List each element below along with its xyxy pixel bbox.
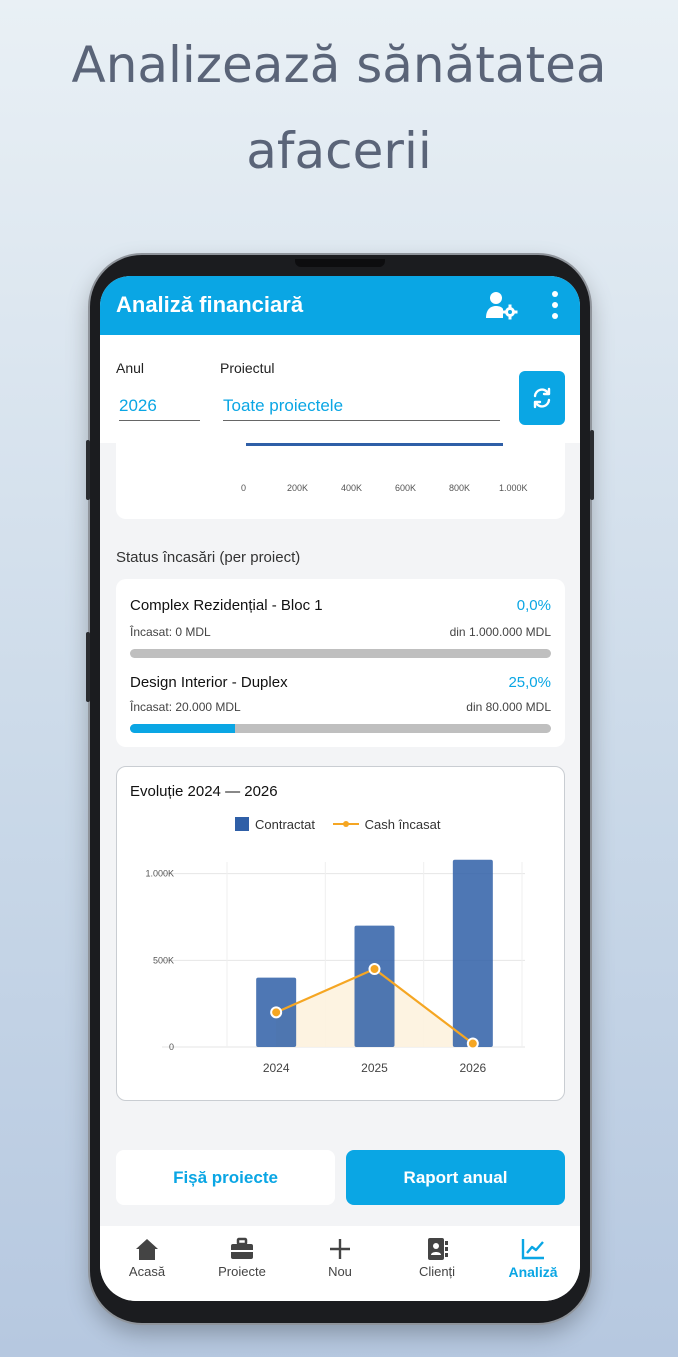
x-tick: 0	[241, 483, 247, 493]
project-name: Design Interior - Duplex	[130, 674, 288, 691]
hero-title-line2: afacerii	[246, 122, 432, 180]
app-screen: Analiză financiară Anul 2026 Proiectul T…	[100, 276, 580, 1301]
status-card: Complex Rezidențial - Bloc 1 0,0% Încasa…	[116, 579, 565, 747]
value-bar	[246, 443, 503, 446]
x-tick: 1.000K	[499, 483, 528, 493]
refresh-icon	[533, 387, 551, 409]
nav-item-projects[interactable]: Proiecte	[207, 1234, 277, 1279]
progress-bar	[130, 724, 551, 733]
evolution-chart-card: Evoluție 2024 — 2026 Contractat Cash înc…	[116, 766, 565, 1101]
filters-panel: Anul 2026 Proiectul Toate proiectele	[100, 335, 580, 443]
user-settings-icon[interactable]	[485, 290, 519, 325]
progress-bar	[130, 649, 551, 658]
y-tick-label: 500K	[153, 955, 174, 965]
nav-label: Analiză	[508, 1264, 558, 1280]
refresh-button[interactable]	[519, 371, 565, 425]
nav-label: Clienți	[418, 1264, 456, 1279]
x-tick: 200K	[287, 483, 309, 493]
x-tick-label: 2026	[459, 1061, 486, 1075]
project-percent: 0,0%	[516, 597, 551, 614]
x-tick: 600K	[395, 483, 417, 493]
briefcase-icon	[207, 1234, 277, 1264]
bottom-nav: Acasă Proiecte Nou Clienți Analiză	[100, 1226, 580, 1301]
projects-value-card: 0 200K 400K 600K 800K 1.000K	[116, 443, 565, 519]
status-section-title: Status încasări (per proiect)	[116, 549, 301, 566]
x-tick: 400K	[341, 483, 363, 493]
power-button	[590, 430, 594, 500]
annual-report-button[interactable]: Raport anual	[346, 1150, 565, 1205]
projects-sheet-button[interactable]: Fișă proiecte	[116, 1150, 335, 1205]
volume-button	[86, 440, 90, 500]
hero-title-line1: Analizează sănătatea	[71, 36, 607, 94]
project-collected: Încasat: 20.000 MDL	[130, 700, 241, 714]
x-tick-label: 2024	[263, 1061, 290, 1075]
cash-point	[368, 963, 381, 975]
hero-title: Analizează sănătatea afacerii	[0, 22, 678, 194]
plus-icon	[305, 1234, 375, 1264]
home-icon	[112, 1234, 182, 1264]
nav-label: Acasă	[128, 1264, 166, 1279]
app-bar: Analiză financiară	[100, 276, 580, 335]
project-label: Proiectul	[220, 360, 275, 376]
chart-icon	[498, 1234, 568, 1264]
nav-item-analysis[interactable]: Analiză	[498, 1234, 568, 1280]
progress-fill	[130, 724, 236, 733]
phone-notch	[295, 259, 385, 267]
y-tick-label: 0	[169, 1042, 174, 1052]
nav-item-home[interactable]: Acasă	[112, 1234, 182, 1279]
nav-label: Proiecte	[218, 1264, 266, 1279]
project-select[interactable]: Toate proiectele	[223, 396, 500, 421]
nav-item-new[interactable]: Nou	[305, 1234, 375, 1279]
y-tick-label: 1.000K	[145, 869, 174, 879]
x-tick-label: 2025	[361, 1061, 388, 1075]
nav-item-clients[interactable]: Clienți	[402, 1234, 472, 1279]
cash-point	[270, 1006, 283, 1019]
evolution-chart-svg: 0 500K 1.000K 2024 2025 2026	[145, 859, 525, 1075]
project-total: din 1.000.000 MDL	[449, 625, 551, 639]
volume-button	[86, 632, 90, 702]
project-collected: Încasat: 0 MDL	[130, 625, 211, 639]
project-percent: 25,0%	[508, 674, 551, 691]
more-vert-icon[interactable]	[548, 290, 562, 325]
bar-contractat	[354, 925, 395, 1047]
cash-point	[466, 1037, 479, 1050]
x-tick: 800K	[449, 483, 471, 493]
project-total: din 80.000 MDL	[466, 700, 551, 714]
nav-label: Nou	[328, 1264, 352, 1279]
year-label: Anul	[116, 360, 145, 376]
project-name: Complex Rezidențial - Bloc 1	[130, 597, 323, 614]
year-select[interactable]: 2026	[119, 396, 200, 421]
bar-contractat	[452, 859, 493, 1047]
contacts-icon	[402, 1234, 472, 1264]
page-title: Analiză financiară	[116, 292, 304, 317]
